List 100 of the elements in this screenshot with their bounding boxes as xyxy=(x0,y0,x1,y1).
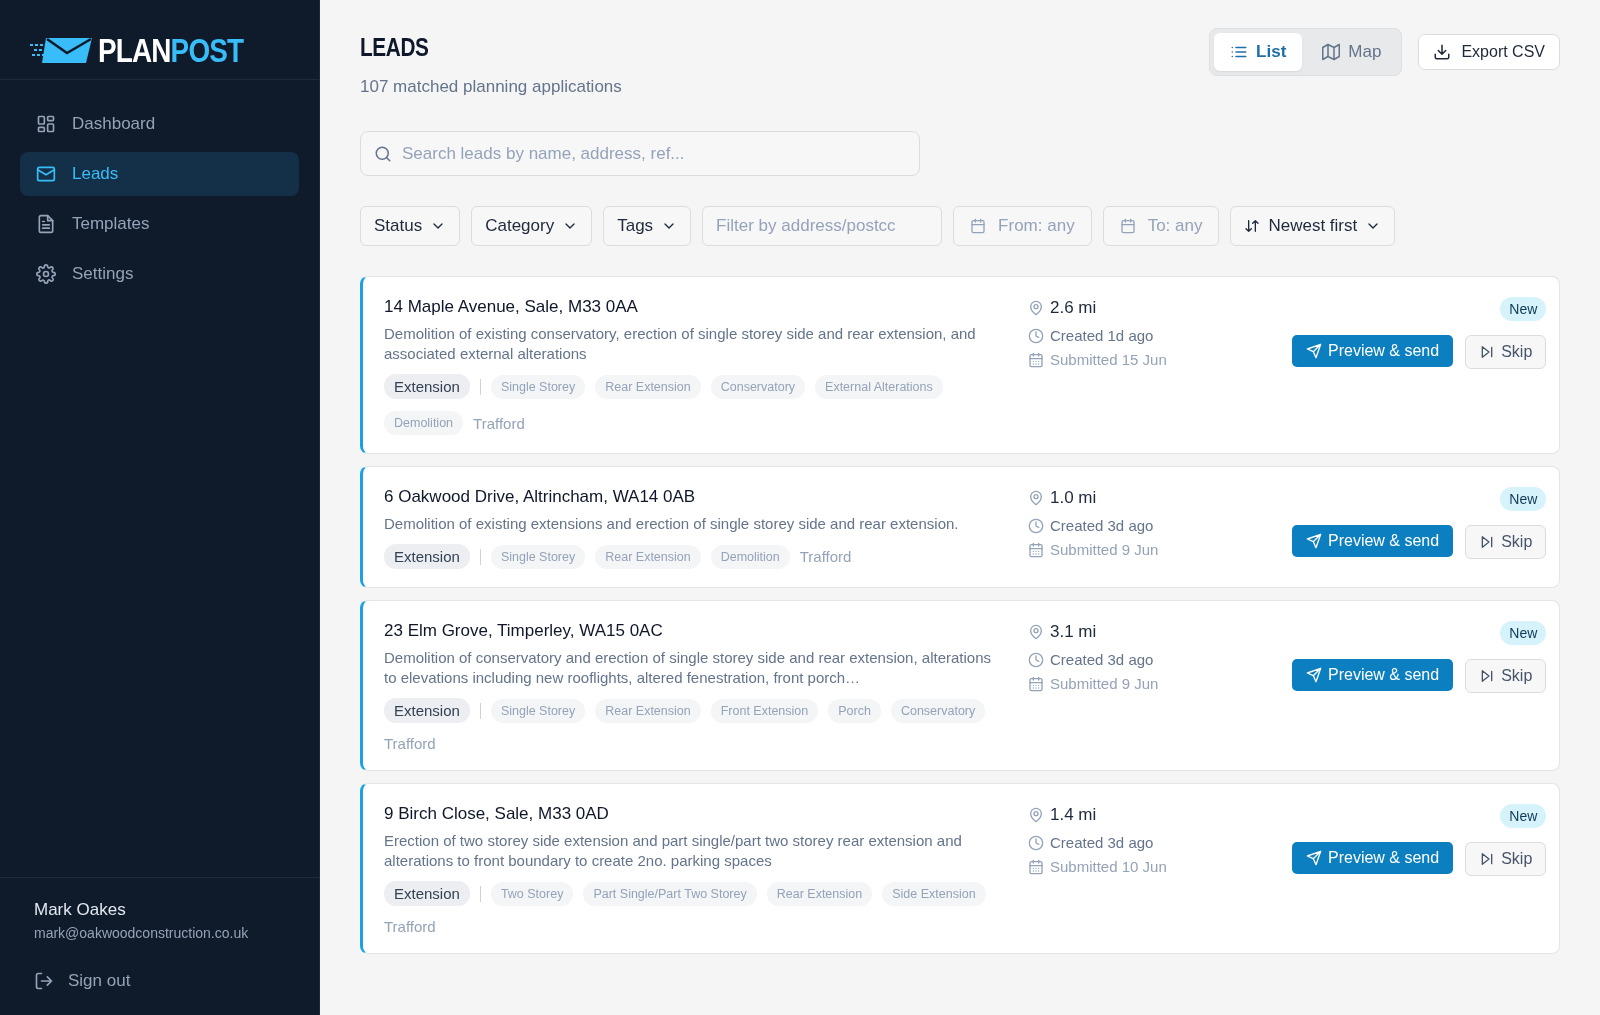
filter-dropdown[interactable]: Tags xyxy=(603,206,692,246)
tag: Conservatory xyxy=(710,374,806,399)
map-pin-icon xyxy=(1028,807,1044,823)
send-icon xyxy=(1306,533,1322,549)
preview-send-button[interactable]: Preview & send xyxy=(1292,335,1454,367)
status-badge: New xyxy=(1500,487,1547,511)
map-pin-icon xyxy=(1028,300,1044,316)
tag: Conservatory xyxy=(890,698,986,723)
distance-label: 1.4 mi xyxy=(1028,805,1268,825)
sort-arrows-icon xyxy=(1244,218,1261,234)
lead-description: Demolition of conservatory and erection of single storey side and rear extension, alterations to elevations including new rooflights, altered fenestration, front porch… xyxy=(384,648,992,688)
category-tag: Extension xyxy=(384,374,470,399)
lead-address: 6 Oakwood Drive, Altrincham, WA14 0AB xyxy=(384,487,697,507)
submitted-label: Submitted 9 Jun xyxy=(1028,675,1268,692)
send-icon xyxy=(1306,343,1322,359)
calendar-icon xyxy=(970,218,987,234)
lead-description: Demolition of existing extensions and erection of single storey side and rear extension. xyxy=(384,514,960,534)
skip-button[interactable]: Skip xyxy=(1465,335,1547,369)
calendar-icon xyxy=(1028,351,1044,368)
envelope-icon xyxy=(36,164,56,184)
clock-icon xyxy=(1028,834,1044,851)
lead-address: 14 Maple Avenue, Sale, M33 0AA xyxy=(384,297,639,317)
view-tab[interactable]: Map xyxy=(1306,33,1398,71)
address-filter-field[interactable]: Filter by address/postcc xyxy=(702,206,943,246)
grid-icon xyxy=(36,114,56,134)
map-pin-icon xyxy=(1028,624,1044,640)
nav-item[interactable]: Dashboard xyxy=(20,102,299,146)
tag: Rear Extension xyxy=(595,374,701,399)
export-button[interactable]: Export CSV xyxy=(1418,34,1560,70)
area-label: Trafford xyxy=(384,735,436,752)
tag: External Alterations xyxy=(815,374,943,399)
category-tag: Extension xyxy=(384,881,470,906)
status-badge: New xyxy=(1500,804,1547,828)
tag: Front Extension xyxy=(710,698,819,723)
clock-icon xyxy=(1028,517,1044,534)
sign-out-link[interactable]: Sign out xyxy=(34,971,303,991)
submitted-label: Submitted 10 Jun xyxy=(1028,858,1268,875)
category-tag: Extension xyxy=(384,544,470,569)
lead-description: Demolition of existing conservatory, erection of single storey side and rear extension, and associated external alterations xyxy=(384,324,977,364)
tag: Rear Extension xyxy=(766,881,873,906)
created-label: Created 1d ago xyxy=(1028,327,1268,344)
tag: Rear Extension xyxy=(595,698,701,723)
skip-button[interactable]: Skip xyxy=(1465,659,1547,693)
preview-send-button[interactable]: Preview & send xyxy=(1292,525,1454,557)
filter-dropdown[interactable]: Category xyxy=(471,206,593,246)
download-icon xyxy=(1433,43,1452,61)
clock-icon xyxy=(1028,327,1044,344)
gear-icon xyxy=(36,264,56,284)
submitted-label: Submitted 15 Jun xyxy=(1028,351,1268,368)
calendar-icon xyxy=(1028,541,1044,558)
distance-label: 3.1 mi xyxy=(1028,622,1268,642)
created-label: Created 3d ago xyxy=(1028,834,1268,851)
calendar-icon xyxy=(1028,858,1044,875)
tag: Single Storey xyxy=(490,698,586,723)
tag: Single Storey xyxy=(490,374,586,399)
area-label: Trafford xyxy=(799,548,852,565)
send-icon xyxy=(1306,850,1322,866)
tag: Rear Extension xyxy=(595,544,701,569)
document-icon xyxy=(36,214,56,234)
tag: Demolition xyxy=(710,544,790,569)
tag: Demolition xyxy=(384,411,464,435)
lead-description: Erection of two storey side extension and part single/part two storey rear extension and alterations to front boundary to create 2no. parking spaces xyxy=(384,831,963,871)
calendar-icon xyxy=(1119,218,1136,234)
sign-out-icon xyxy=(34,971,54,991)
skip-button[interactable]: Skip xyxy=(1465,842,1547,876)
search-field[interactable]: Search leads by name, address, ref... xyxy=(360,131,920,176)
user-email: mark@oakwoodconstruction.co.uk xyxy=(34,925,250,941)
status-badge: New xyxy=(1500,621,1547,645)
tag: Porch xyxy=(828,698,881,723)
sort-dropdown[interactable]: Newest first xyxy=(1230,206,1396,246)
view-tab[interactable]: List xyxy=(1214,33,1303,71)
distance-label: 1.0 mi xyxy=(1028,488,1268,508)
tag: Part Single/Part Two Storey xyxy=(583,881,757,906)
skip-button[interactable]: Skip xyxy=(1465,525,1547,559)
lead-address: 23 Elm Grove, Timperley, WA15 0AC xyxy=(384,621,664,641)
page-title: LEADS xyxy=(360,32,430,63)
status-badge: New xyxy=(1500,297,1547,321)
tag: Two Storey xyxy=(490,881,574,906)
calendar-icon xyxy=(1028,675,1044,692)
submitted-label: Submitted 9 Jun xyxy=(1028,541,1268,558)
filter-dropdown[interactable]: Status xyxy=(360,206,461,246)
user-name: Mark Oakes xyxy=(34,900,127,920)
distance-label: 2.6 mi xyxy=(1028,298,1268,318)
map-icon xyxy=(1322,43,1341,61)
tag: Single Storey xyxy=(490,544,586,569)
preview-send-button[interactable]: Preview & send xyxy=(1292,842,1454,874)
logo-word: POST xyxy=(170,30,244,69)
tag: Side Extension xyxy=(882,881,986,906)
logo-word: PLAN xyxy=(98,30,171,69)
preview-send-button[interactable]: Preview & send xyxy=(1292,659,1454,691)
nav-item[interactable]: Settings xyxy=(20,252,299,296)
nav-item[interactable]: Templates xyxy=(20,202,299,246)
result-count: 107 matched planning applications xyxy=(360,77,622,97)
clock-icon xyxy=(1028,651,1044,668)
lead-address: 9 Birch Close, Sale, M33 0AD xyxy=(384,804,610,824)
created-label: Created 3d ago xyxy=(1028,517,1268,534)
nav-item[interactable]: Leads xyxy=(20,152,299,196)
send-icon xyxy=(1306,667,1322,683)
created-label: Created 3d ago xyxy=(1028,651,1268,668)
area-label: Trafford xyxy=(473,414,525,432)
